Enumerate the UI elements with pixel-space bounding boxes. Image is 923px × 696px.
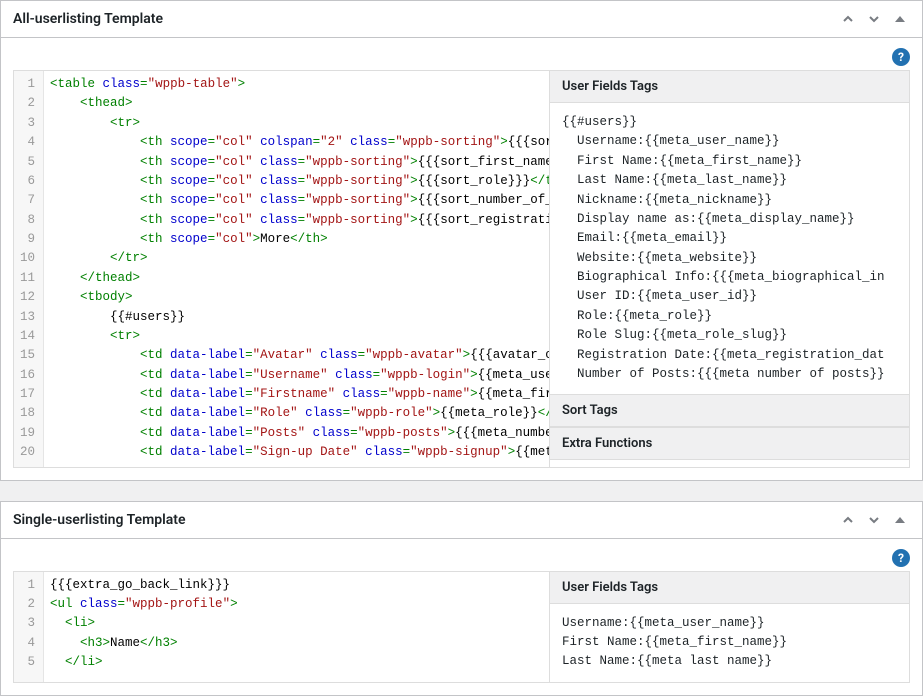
side-section-content: {{#users}} Username:{{meta_user_name}} F… (550, 103, 909, 394)
chevron-up-icon (840, 512, 856, 528)
help-icon[interactable]: ? (892, 48, 910, 66)
side-panel: User Fields TagsUsername:{{meta_user_nam… (549, 572, 909, 682)
code-lines[interactable]: {{{extra_go_back_link}}}<ul class="wppb-… (44, 572, 549, 682)
side-section-header[interactable]: User Fields Tags (550, 572, 909, 604)
panel-controls (838, 9, 910, 29)
line-gutter: 12345 (14, 572, 44, 682)
help-icon[interactable]: ? (892, 549, 910, 567)
chevron-down-icon (866, 11, 882, 27)
side-section-header[interactable]: User Fields Tags (550, 71, 909, 103)
side-section-header[interactable]: Extra Functions (550, 427, 909, 460)
move-down-button[interactable] (864, 9, 884, 29)
move-up-button[interactable] (838, 510, 858, 530)
line-gutter: 1234567891011121314151617181920 (14, 71, 44, 467)
side-section-header[interactable]: Sort Tags (550, 394, 909, 427)
side-section-content: Username:{{meta_user_name}}First Name:{{… (550, 604, 909, 682)
chevron-up-icon (840, 11, 856, 27)
triangle-up-icon (892, 11, 908, 27)
editor-row: 1234567891011121314151617181920<table cl… (13, 70, 910, 468)
code-lines[interactable]: <table class="wppb-table"> <thead> <tr> … (44, 71, 549, 467)
panel-body: ? 1234567891011121314151617181920<table c… (1, 38, 922, 480)
template-panel: All-userlisting Template? 123456789101112… (0, 0, 923, 481)
collapse-toggle-button[interactable] (890, 9, 910, 29)
code-editor[interactable]: 12345{{{extra_go_back_link}}}<ul class="… (14, 572, 549, 682)
move-down-button[interactable] (864, 510, 884, 530)
panel-header: Single-userlisting Template (1, 502, 922, 539)
panel-title: All-userlisting Template (13, 11, 163, 27)
triangle-up-icon (892, 512, 908, 528)
editor-row: 12345{{{extra_go_back_link}}}<ul class="… (13, 571, 910, 683)
move-up-button[interactable] (838, 9, 858, 29)
panel-title: Single-userlisting Template (13, 512, 186, 528)
template-panel: Single-userlisting Template? 12345{{{extr… (0, 501, 923, 696)
side-panel: User Fields Tags{{#users}} Username:{{me… (549, 71, 909, 467)
panel-header: All-userlisting Template (1, 1, 922, 38)
panel-controls (838, 510, 910, 530)
chevron-down-icon (866, 512, 882, 528)
code-editor[interactable]: 1234567891011121314151617181920<table cl… (14, 71, 549, 467)
collapse-toggle-button[interactable] (890, 510, 910, 530)
